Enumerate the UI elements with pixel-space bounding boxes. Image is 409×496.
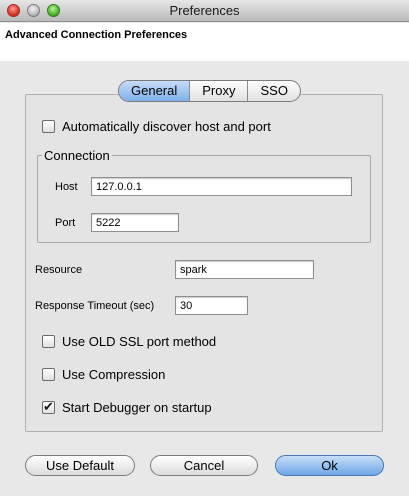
tab-sso[interactable]: SSO — [248, 81, 299, 101]
window-title: Preferences — [169, 3, 240, 18]
host-input[interactable] — [91, 177, 352, 196]
auto-discover-label: Automatically discover host and port — [62, 119, 271, 134]
host-label: Host — [55, 181, 78, 193]
resource-input[interactable] — [175, 260, 314, 279]
auto-discover-row[interactable]: Automatically discover host and port — [42, 119, 271, 134]
debugger-row[interactable]: Start Debugger on startup — [42, 399, 212, 415]
connection-group-title: Connection — [42, 148, 112, 163]
resource-label: Resource — [35, 264, 83, 276]
debugger-label: Start Debugger on startup — [62, 400, 212, 415]
timeout-input[interactable] — [175, 296, 248, 315]
compression-checkbox[interactable] — [42, 368, 55, 381]
use-default-button[interactable]: Use Default — [25, 455, 135, 476]
tab-bar: General Proxy SSO — [118, 80, 301, 102]
port-input[interactable] — [91, 213, 179, 232]
old-ssl-row[interactable]: Use OLD SSL port method — [42, 334, 216, 349]
old-ssl-label: Use OLD SSL port method — [62, 334, 217, 349]
tab-proxy[interactable]: Proxy — [190, 81, 249, 101]
auto-discover-checkbox[interactable] — [42, 120, 55, 133]
compression-row[interactable]: Use Compression — [42, 367, 165, 382]
title-bar: Preferences — [0, 0, 409, 22]
page-title: Advanced Connection Preferences — [5, 29, 188, 41]
timeout-label: Response Timeout (sec) — [35, 300, 155, 312]
debugger-checkbox[interactable] — [42, 399, 55, 415]
header-band: Advanced Connection Preferences — [0, 23, 409, 61]
connection-group — [37, 155, 371, 243]
tab-general[interactable]: General — [119, 81, 191, 101]
ok-button[interactable]: Ok — [275, 455, 384, 476]
old-ssl-checkbox[interactable] — [42, 335, 55, 348]
cancel-button[interactable]: Cancel — [150, 455, 258, 476]
compression-label: Use Compression — [62, 367, 166, 382]
port-label: Port — [55, 217, 76, 229]
